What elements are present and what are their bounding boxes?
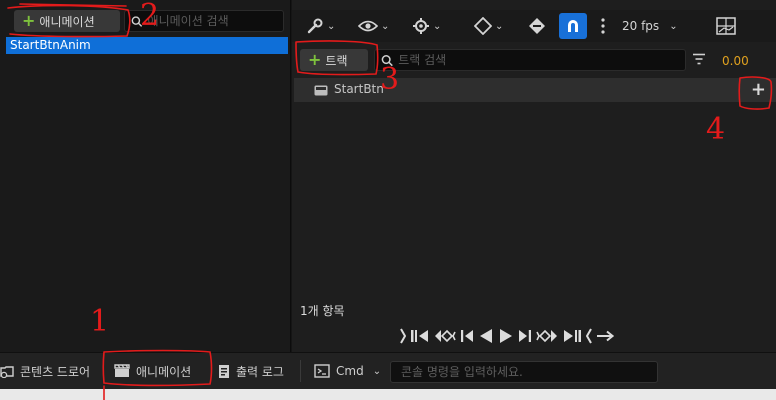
- track-add-button[interactable]: +: [751, 79, 766, 100]
- add-track-button[interactable]: + 트랙: [300, 49, 368, 71]
- view-dropdown[interactable]: ⌄: [358, 13, 389, 39]
- bottom-status-bar: 콘텐츠 드로어 애니메이션 출력 로그 Cmd ⌄: [0, 352, 776, 389]
- chevron-down-icon: ⌄: [495, 20, 504, 32]
- step-back-icon[interactable]: [460, 328, 474, 344]
- annotation-number: 2: [140, 0, 160, 33]
- output-log-icon: [219, 364, 229, 378]
- previous-key-icon[interactable]: [434, 328, 456, 344]
- chevron-down-icon: ⌄: [381, 20, 390, 32]
- track-row[interactable]: StartBtn +: [294, 78, 776, 102]
- play-icon[interactable]: [498, 328, 514, 344]
- clapperboard-icon: [114, 364, 130, 377]
- tab-label: 출력 로그: [236, 364, 284, 379]
- jump-to-start-icon[interactable]: [410, 328, 430, 344]
- track-search[interactable]: [374, 49, 686, 71]
- framerate-dropdown[interactable]: 20 fps ⌄: [622, 13, 678, 39]
- plus-icon: +: [22, 11, 36, 30]
- more-options-button[interactable]: [598, 13, 608, 39]
- filter-icon: [693, 53, 705, 65]
- wrench-icon: [307, 18, 323, 34]
- divider: [300, 360, 301, 382]
- track-toolbar: + 트랙 0.00: [292, 46, 776, 74]
- widget-track-icon: [314, 85, 328, 96]
- key-tag-icon: [529, 18, 545, 34]
- range-start-icon[interactable]: [400, 328, 406, 344]
- tools-dropdown[interactable]: ⌄: [306, 13, 335, 39]
- cmd-label: Cmd: [336, 364, 364, 378]
- chevron-down-icon: ⌄: [372, 365, 382, 377]
- eye-icon: [358, 20, 378, 32]
- tab-label: 콘텐츠 드로어: [20, 364, 91, 379]
- chevron-down-icon: ⌄: [327, 20, 336, 32]
- tab-label: 애니메이션: [136, 364, 192, 379]
- key-dropdown[interactable]: ⌄: [474, 13, 503, 39]
- add-animation-label: 애니메이션: [39, 14, 95, 29]
- chevron-down-icon: ⌄: [433, 20, 442, 32]
- animation-search-input[interactable]: [147, 14, 277, 28]
- track-search-input[interactable]: [398, 53, 679, 67]
- snap-magnet-button[interactable]: [559, 13, 587, 39]
- tab-content-drawer[interactable]: 콘텐츠 드로어: [0, 360, 90, 382]
- content-drawer-icon: [0, 366, 14, 378]
- play-reverse-icon[interactable]: [478, 328, 494, 344]
- tab-output-log[interactable]: 출력 로그: [218, 360, 284, 382]
- grid-layout-icon: [716, 17, 736, 35]
- animation-list-item[interactable]: StartBtnAnim: [6, 37, 288, 54]
- add-track-label: 트랙: [325, 53, 348, 68]
- current-time-display[interactable]: 0.00: [722, 54, 749, 68]
- filter-button[interactable]: [692, 53, 706, 68]
- window-edge: [0, 389, 776, 400]
- playback-controls: [400, 325, 670, 347]
- loop-arrow-icon[interactable]: [596, 330, 614, 342]
- terminal-icon: [314, 364, 330, 378]
- keyframe-diamond-icon: [474, 17, 492, 35]
- add-animation-button[interactable]: + 애니메이션: [14, 10, 120, 32]
- key-snap-button[interactable]: [528, 13, 546, 39]
- step-forward-icon[interactable]: [518, 328, 532, 344]
- annotation-number: 1: [90, 304, 110, 339]
- cmd-dropdown[interactable]: Cmd ⌄: [314, 360, 381, 382]
- range-end-icon[interactable]: [586, 328, 592, 344]
- console-input[interactable]: [399, 364, 649, 380]
- layout-grid-button[interactable]: [716, 13, 736, 39]
- sequencer-toolbar: ⌄ ⌄ ⌄ ⌄ 20 fps ⌄: [292, 10, 776, 42]
- magnet-icon: [568, 20, 578, 32]
- next-key-icon[interactable]: [536, 328, 558, 344]
- kebab-menu-icon: [601, 18, 605, 34]
- annotation-number: 3: [380, 62, 400, 97]
- gear-icon: [413, 18, 429, 34]
- jump-to-end-icon[interactable]: [562, 328, 582, 344]
- framerate-label: 20 fps: [622, 19, 660, 33]
- settings-dropdown[interactable]: ⌄: [412, 13, 441, 39]
- tab-animation[interactable]: 애니메이션: [114, 360, 191, 382]
- console-command-field[interactable]: [390, 361, 658, 383]
- item-count: 1개 항목: [300, 304, 345, 318]
- plus-icon: +: [308, 50, 322, 69]
- chevron-down-icon: ⌄: [669, 20, 678, 32]
- track-label: StartBtn: [334, 82, 384, 96]
- annotation-number: 4: [706, 112, 726, 147]
